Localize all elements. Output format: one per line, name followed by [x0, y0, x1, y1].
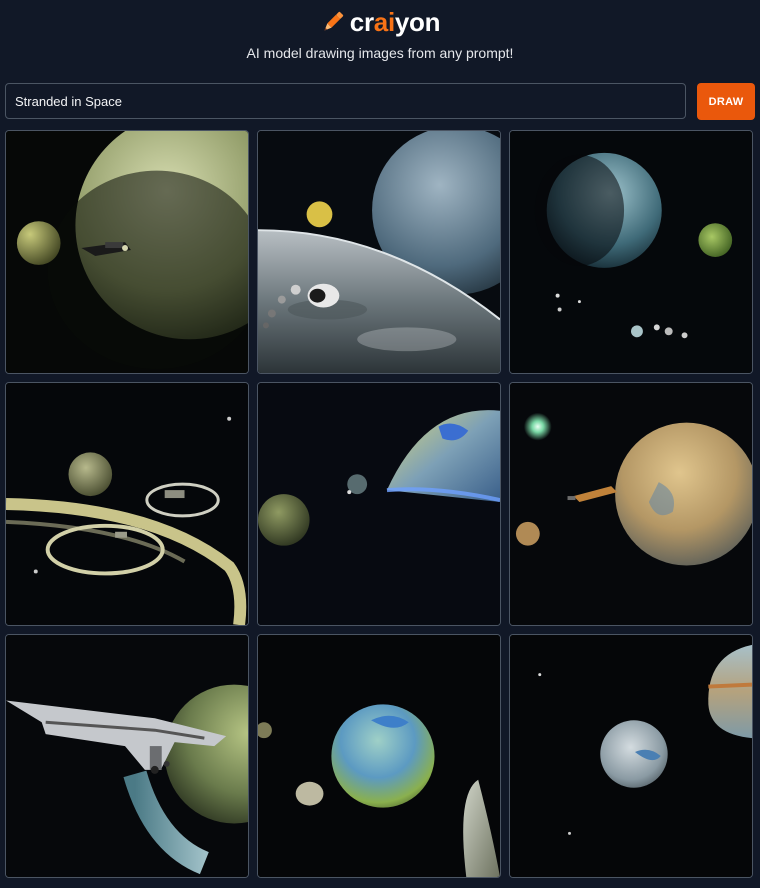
grey-moon-with-gas-giant-image	[510, 635, 752, 877]
result-image-5[interactable]	[257, 382, 501, 626]
result-image-6[interactable]	[509, 382, 753, 626]
result-image-7[interactable]	[5, 634, 249, 878]
brand-prefix: cr	[349, 6, 374, 37]
result-image-3[interactable]	[509, 130, 753, 374]
brand-accent: ai	[373, 6, 395, 37]
brand-suffix: yon	[394, 6, 441, 37]
brand-name: craiyon	[349, 6, 441, 38]
prompt-input[interactable]	[5, 83, 686, 119]
draw-button[interactable]: DRAW	[697, 83, 755, 120]
result-image-4[interactable]	[5, 382, 249, 626]
result-image-1[interactable]	[5, 130, 249, 374]
header: craiyon AI model drawing images from any…	[0, 0, 760, 80]
tan-planet-with-ship-image	[510, 383, 752, 625]
earth-horizon-image	[258, 383, 500, 625]
tagline: AI model drawing images from any prompt!	[246, 45, 514, 61]
moon-surface-with-capsule-image	[258, 131, 500, 373]
result-image-8[interactable]	[257, 634, 501, 878]
pencil-icon	[324, 11, 343, 31]
logo[interactable]: craiyon	[0, 6, 760, 38]
blue-planet-with-debris-image	[510, 131, 752, 373]
pale-planet-with-ship-image	[6, 131, 248, 373]
result-image-9[interactable]	[509, 634, 753, 878]
spaceship-passing-planet-image	[6, 635, 248, 877]
planet-with-station-rings-image	[6, 383, 248, 625]
image-grid	[5, 130, 755, 880]
result-image-2[interactable]	[257, 130, 501, 374]
green-blue-planet-image	[258, 635, 500, 877]
